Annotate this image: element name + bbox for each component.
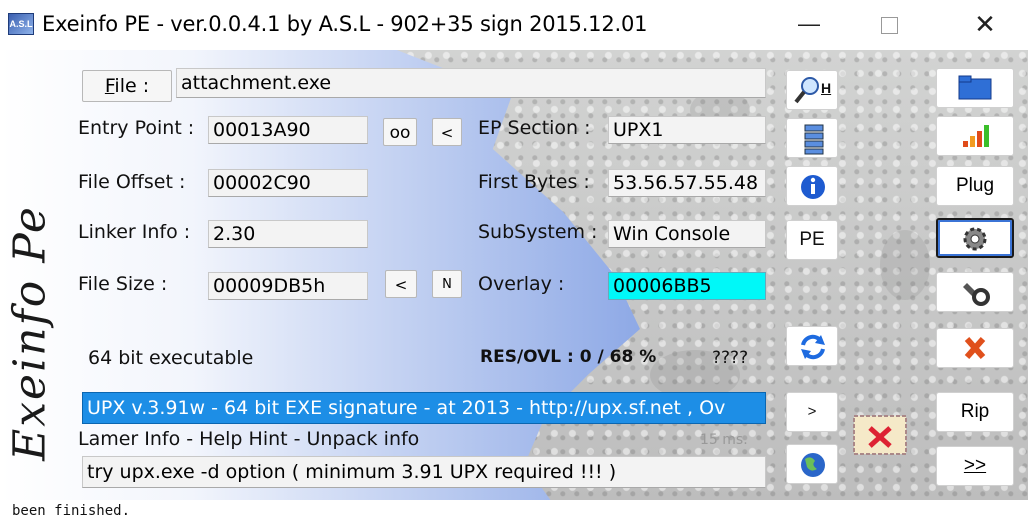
maximize-icon (880, 16, 898, 34)
detection-result-field[interactable]: UPX v.3.91w - 64 bit EXE signature - at … (82, 392, 766, 424)
file-button-accel: F (104, 75, 115, 97)
plug-label: Plug (955, 175, 995, 196)
rip-button[interactable]: Rip (936, 392, 1014, 432)
x-icon (964, 336, 986, 359)
bitness-text: 64 bit executable (88, 347, 254, 369)
tools-button[interactable] (936, 272, 1014, 312)
info-button[interactable] (786, 166, 838, 206)
main-panel: Exeinfo Pe File : attachment.exe Entry P… (0, 50, 1028, 500)
app-icon-text: A.S.L (9, 19, 33, 29)
exeinfo-logo: Exeinfo Pe (5, 178, 56, 488)
file-offset-label: File Offset : (78, 171, 186, 193)
more-button[interactable]: >> (936, 446, 1014, 486)
subsystem-field[interactable]: Win Console (608, 220, 766, 248)
file-size-back-button[interactable]: < (385, 270, 417, 298)
subsystem-label: SubSystem : (478, 221, 598, 243)
exit-button[interactable] (936, 328, 1014, 368)
section-viewer-button[interactable] (786, 118, 838, 158)
file-size-label: File Size : (78, 273, 168, 295)
stamp-graphic (853, 415, 907, 455)
oo-button[interactable]: oo (383, 118, 417, 146)
close-icon: ✕ (974, 9, 996, 39)
refresh-button[interactable] (786, 326, 838, 366)
search-button[interactable]: H (786, 70, 838, 110)
overlay-label: Overlay : (478, 273, 565, 295)
unknown-text: ???? (712, 348, 749, 368)
background-texture (880, 230, 930, 300)
minimize-button[interactable]: — (786, 10, 832, 40)
first-bytes-field[interactable]: 53.56.57.55.48 (608, 169, 766, 197)
search-hotkey: H (821, 80, 832, 96)
file-size-n-button[interactable]: N (432, 270, 462, 298)
plug-button[interactable]: Plug (936, 166, 1014, 206)
linker-info-label: Linker Info : (78, 221, 191, 243)
info-icon (801, 175, 825, 199)
timer-text: 15 ms. (700, 432, 748, 448)
open-folder-button[interactable] (936, 68, 1014, 108)
close-button[interactable]: ✕ (962, 10, 1008, 40)
folder-icon (958, 75, 992, 100)
minimize-icon: — (798, 11, 820, 36)
file-path-field[interactable]: attachment.exe (176, 68, 766, 98)
refresh-icon (801, 334, 825, 360)
res-ovl-text: RES/OVL : 0 / 68 % (480, 347, 657, 367)
globe-icon (801, 453, 825, 477)
first-bytes-label: First Bytes : (478, 171, 590, 193)
lamer-info-label: Lamer Info - Help Hint - Unpack info (78, 428, 420, 450)
wrench-icon (963, 282, 990, 306)
file-size-field[interactable]: 00009DB5h (208, 272, 368, 300)
title-bar: A.S.L Exeinfo PE - ver.0.0.4.1 by A.S.L … (0, 0, 1028, 50)
options-button[interactable] (936, 218, 1014, 258)
file-offset-field[interactable]: 00002C90 (208, 169, 368, 197)
logo-text: Exeinfo Pe (4, 205, 56, 461)
entry-point-label: Entry Point : (78, 117, 195, 139)
magnifier-icon (794, 77, 819, 104)
hint-field[interactable]: try upx.exe -d option ( minimum 3.91 UPX… (82, 456, 766, 488)
entry-point-back-button[interactable]: < (432, 118, 462, 146)
file-button[interactable]: File : (82, 70, 172, 102)
bar-chart-icon (963, 124, 989, 147)
stats-button[interactable] (936, 116, 1014, 156)
ep-section-label: EP Section : (478, 117, 591, 139)
app-icon: A.S.L (8, 13, 34, 35)
file-button-label: ile : (114, 75, 150, 97)
rip-label: Rip (960, 401, 990, 422)
web-button[interactable] (786, 444, 838, 484)
ep-section-field[interactable]: UPX1 (608, 116, 766, 144)
stamp-icon[interactable] (850, 410, 910, 460)
next-button[interactable]: > (786, 392, 838, 432)
pe-button[interactable]: PE (786, 220, 838, 260)
maximize-button[interactable] (866, 10, 912, 40)
gear-icon (963, 227, 987, 251)
entry-point-field[interactable]: 00013A90 (208, 116, 368, 144)
overlay-field[interactable]: 00006BB5 (608, 272, 766, 300)
linker-info-field[interactable]: 2.30 (208, 220, 368, 248)
console-text: been finished. (12, 503, 131, 518)
window-title: Exeinfo PE - ver.0.0.4.1 by A.S.L - 902+… (42, 12, 648, 36)
sections-icon (804, 124, 824, 155)
more-label: >> (963, 455, 987, 476)
